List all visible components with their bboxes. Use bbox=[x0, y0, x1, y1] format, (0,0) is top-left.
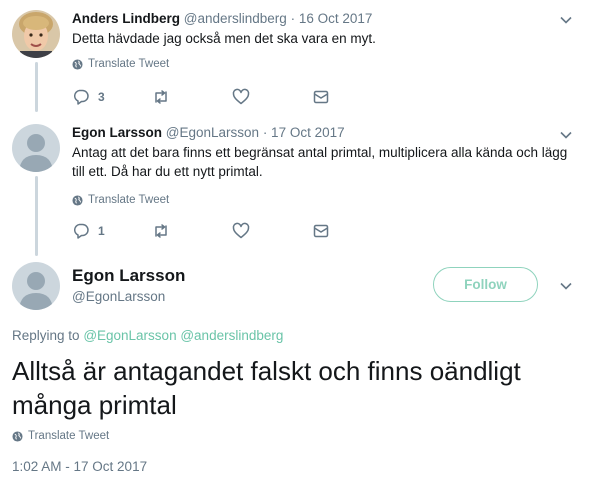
globe-icon bbox=[12, 430, 23, 442]
main-tweet: Egon Larsson @EgonLarsson Follow Replyin… bbox=[0, 0, 595, 480]
translate-label: Translate Tweet bbox=[28, 430, 110, 442]
replying-prefix: Replying to bbox=[12, 328, 80, 343]
replying-to: Replying to @EgonLarsson @anderslindberg bbox=[12, 328, 283, 343]
translate-tweet-link[interactable]: Translate Tweet bbox=[12, 430, 109, 442]
main-tweet-text: Alltså är antagandet falskt och finns oä… bbox=[12, 356, 521, 420]
follow-button[interactable]: Follow bbox=[433, 267, 538, 302]
replying-user-link[interactable]: @anderslindberg bbox=[180, 328, 283, 343]
main-user-name[interactable]: Egon Larsson bbox=[72, 266, 185, 286]
avatar[interactable] bbox=[12, 262, 60, 310]
tweet-timestamp[interactable]: 1:02 AM - 17 Oct 2017 bbox=[12, 459, 147, 474]
chevron-down-icon[interactable] bbox=[559, 279, 573, 293]
main-user-handle[interactable]: @EgonLarsson bbox=[72, 289, 165, 304]
replying-user-link[interactable]: @EgonLarsson bbox=[83, 328, 176, 343]
